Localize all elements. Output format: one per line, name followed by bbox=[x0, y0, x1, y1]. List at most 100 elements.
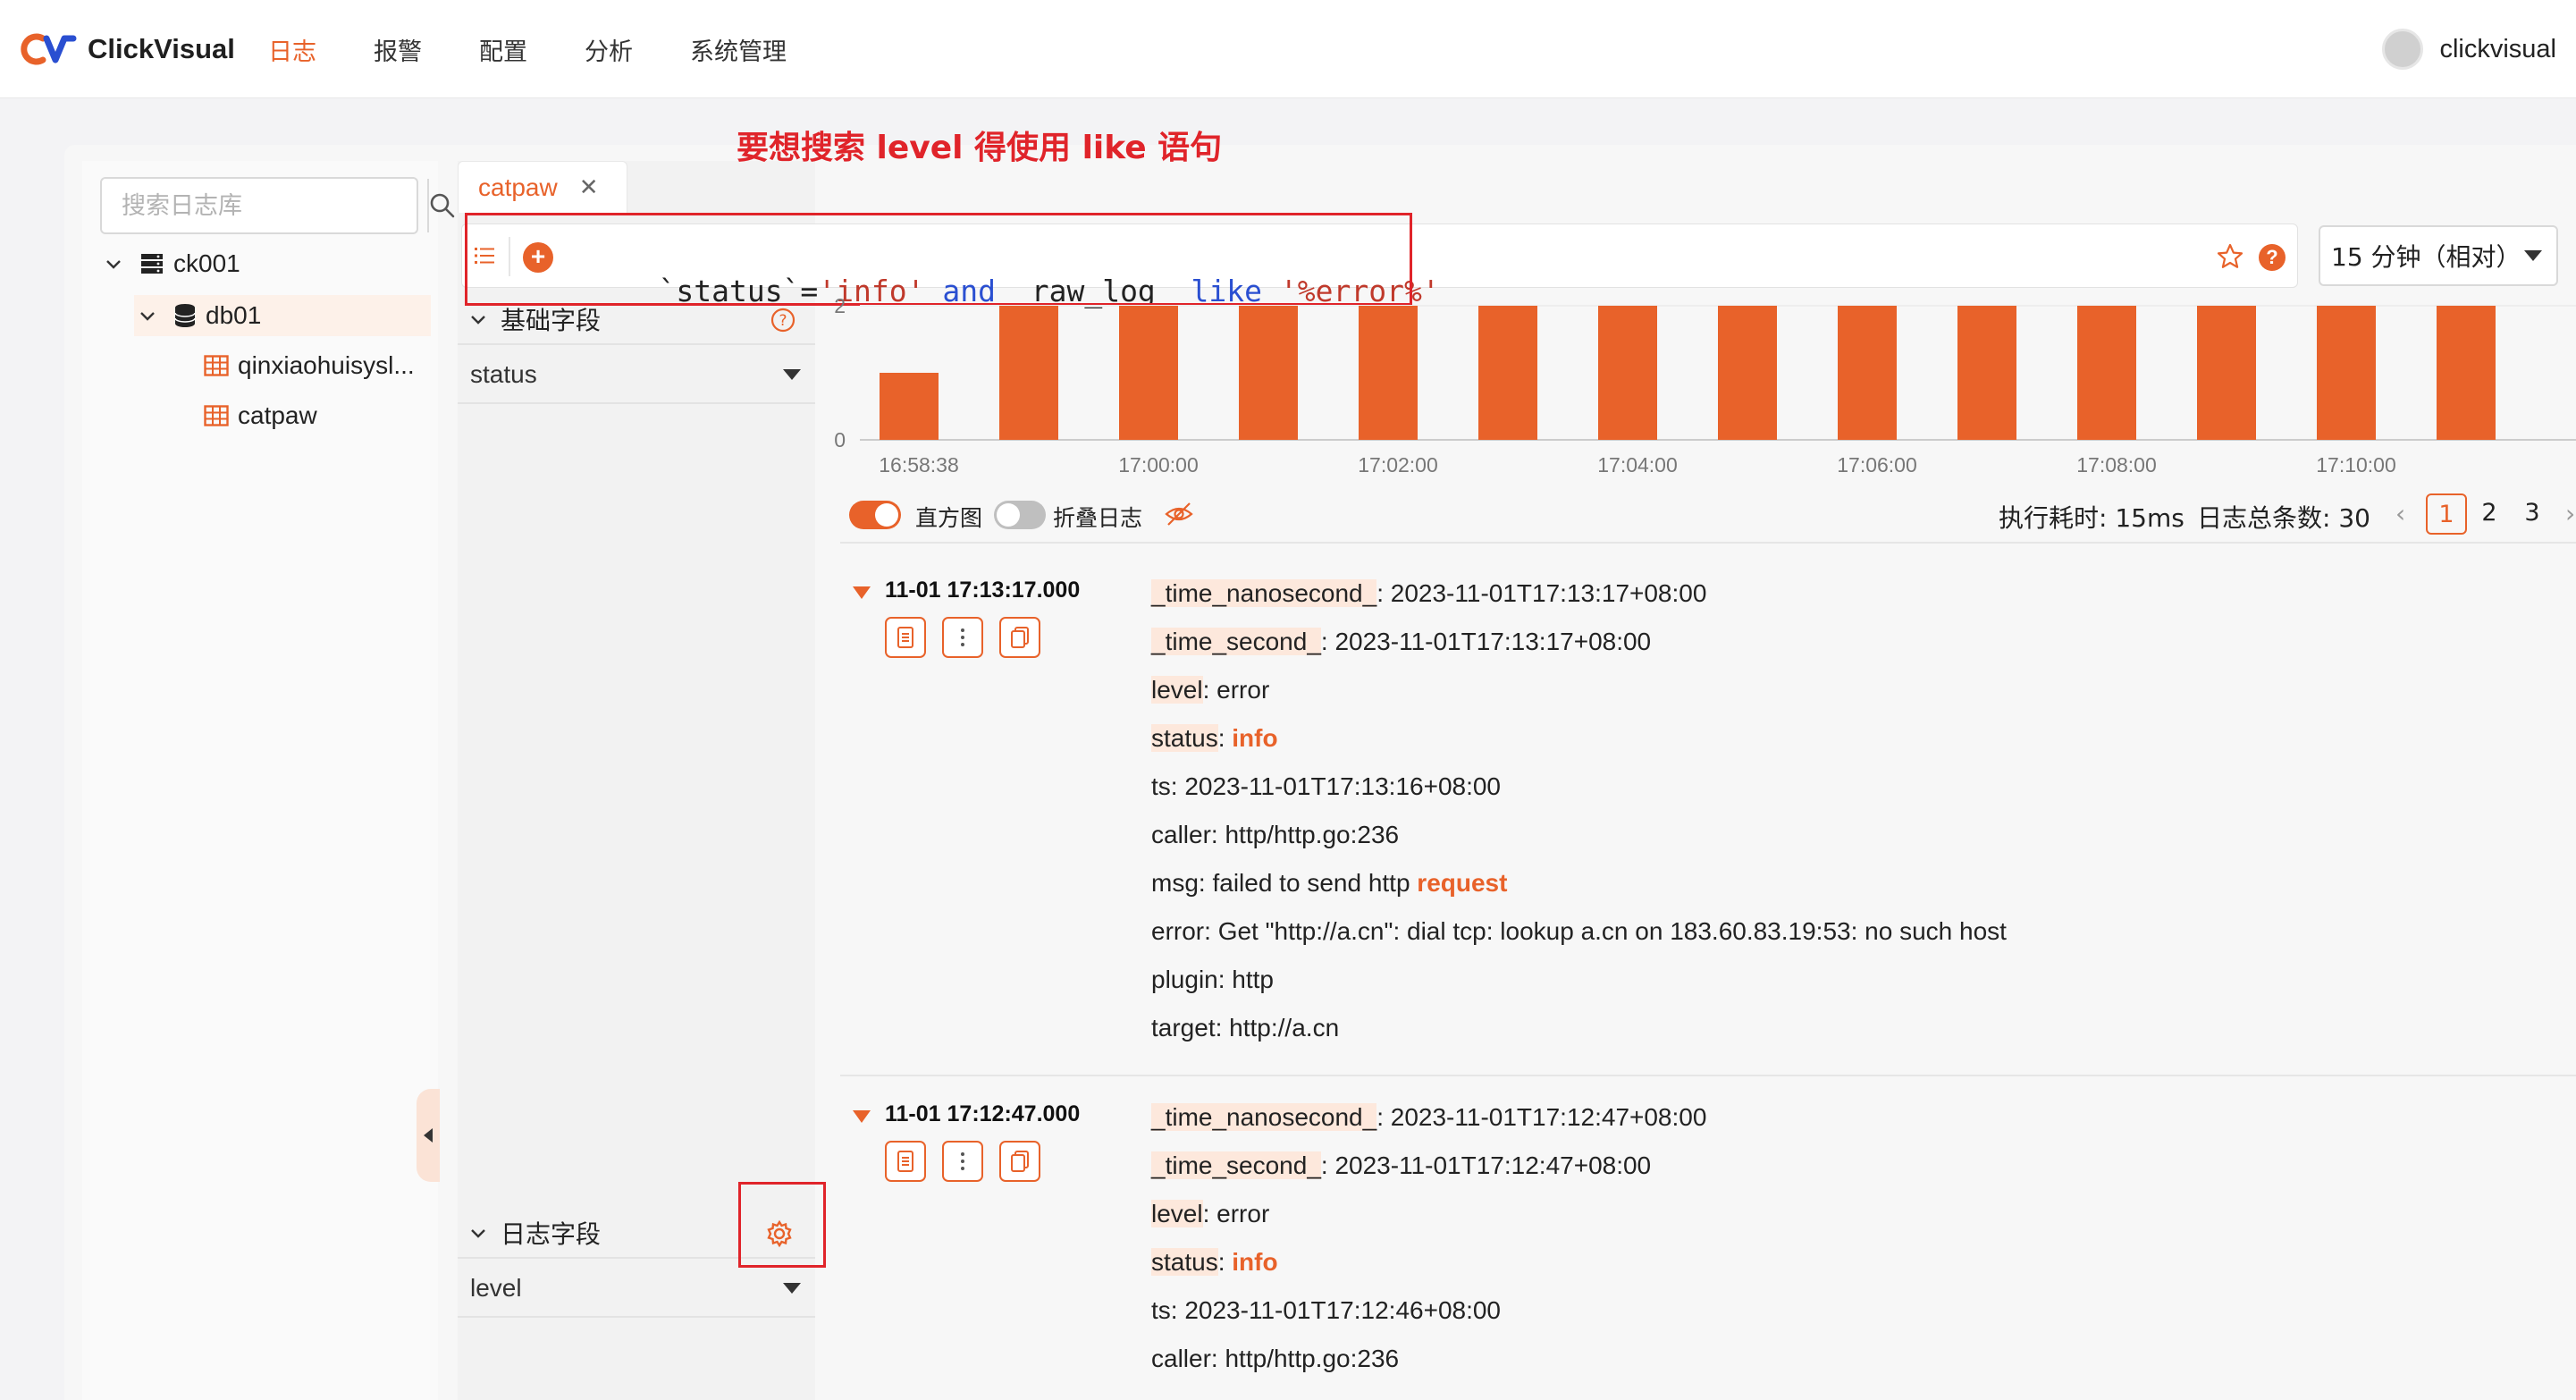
log-field-select[interactable]: level bbox=[458, 1261, 815, 1318]
field-value[interactable]: error bbox=[1216, 1200, 1269, 1227]
chart-bar[interactable] bbox=[1239, 306, 1298, 440]
field-value[interactable]: error bbox=[1216, 676, 1269, 704]
copy-button[interactable] bbox=[999, 1141, 1040, 1182]
next-page-icon[interactable]: › bbox=[2565, 499, 2575, 528]
copy-button[interactable] bbox=[999, 617, 1040, 658]
field-key[interactable]: caller bbox=[1151, 821, 1211, 848]
field-key[interactable]: level bbox=[1151, 676, 1203, 704]
user-menu[interactable]: clickvisual bbox=[2382, 0, 2556, 98]
close-icon[interactable]: ✕ bbox=[579, 173, 599, 201]
avatar[interactable] bbox=[2382, 29, 2424, 70]
tab-label: catpaw bbox=[478, 173, 558, 201]
more-actions-button[interactable] bbox=[942, 617, 983, 658]
more-actions-button[interactable] bbox=[942, 1141, 983, 1182]
field-value[interactable]: info bbox=[1232, 724, 1277, 752]
chart-bar[interactable] bbox=[880, 373, 939, 440]
field-key[interactable]: _time_nanosecond_ bbox=[1151, 579, 1377, 607]
field-key[interactable]: _time_second_ bbox=[1151, 1151, 1321, 1179]
tree-node-catpaw[interactable]: catpaw bbox=[204, 395, 431, 436]
field-key[interactable]: level bbox=[1151, 1200, 1203, 1227]
log-field-row: error: Get "http://a.cn": dial tcp: look… bbox=[1151, 917, 2007, 945]
field-key[interactable]: _time_second_ bbox=[1151, 628, 1321, 655]
field-key[interactable]: msg bbox=[1151, 869, 1199, 897]
field-key[interactable]: ts bbox=[1151, 772, 1171, 800]
search-button[interactable] bbox=[427, 179, 456, 232]
field-key[interactable]: status bbox=[1151, 724, 1218, 752]
prev-page-icon[interactable]: ‹ bbox=[2395, 499, 2405, 528]
chart-bar[interactable] bbox=[1838, 306, 1897, 440]
log-field-row: _time_nanosecond_: 2023-11-01T17:13:17+0… bbox=[1151, 579, 1707, 607]
fold-log-toggle[interactable] bbox=[994, 501, 1046, 529]
chart-bar[interactable] bbox=[1598, 306, 1657, 440]
histogram-label: 直方图 bbox=[915, 505, 983, 531]
chart-bar[interactable] bbox=[999, 306, 1058, 440]
field-key[interactable]: _time_nanosecond_ bbox=[1151, 1103, 1377, 1131]
tree-node-qinxiaohuisysl[interactable]: qinxiaohuisysl... bbox=[204, 345, 431, 386]
x-tick-label: 17:06:00 bbox=[1837, 453, 1917, 477]
field-value[interactable]: Get "http://a.cn": dial tcp: lookup a.cn… bbox=[1218, 917, 2007, 945]
field-key[interactable]: error bbox=[1151, 917, 1204, 945]
field-value[interactable]: 2023-11-01T17:13:17+08:00 bbox=[1391, 579, 1707, 607]
chart-bar[interactable] bbox=[1359, 306, 1418, 440]
page-2[interactable]: 2 bbox=[2469, 493, 2510, 535]
field-value[interactable]: info bbox=[1232, 1248, 1277, 1276]
field-value[interactable]: http/http.go:236 bbox=[1225, 821, 1399, 848]
tab-catpaw[interactable]: catpaw ✕ bbox=[458, 161, 627, 213]
chart-bar[interactable] bbox=[1957, 306, 2016, 440]
field-value[interactable]: http://a.cn bbox=[1229, 1014, 1339, 1042]
histogram-chart: 16:58:38 17:00:00 17:02:00 17:04:00 17:06:00… bbox=[834, 295, 2576, 477]
tree-node-ck001[interactable]: ck001 bbox=[100, 243, 431, 284]
nav-item-alarm[interactable]: 报警 bbox=[374, 32, 422, 67]
field-value[interactable]: http/http.go:236 bbox=[1225, 1345, 1399, 1372]
base-field-select[interactable]: status bbox=[458, 347, 815, 404]
field-value[interactable]: 2023-11-01T17:12:46+08:00 bbox=[1184, 1296, 1501, 1324]
nav-item-logs[interactable]: 日志 bbox=[268, 32, 316, 67]
chart-bar[interactable] bbox=[2317, 306, 2376, 440]
field-value[interactable]: failed to send http bbox=[1212, 869, 1417, 897]
field-key[interactable]: target bbox=[1151, 1014, 1216, 1042]
view-detail-button[interactable] bbox=[885, 617, 926, 658]
nav-item-system[interactable]: 系统管理 bbox=[690, 32, 787, 67]
nav-item-config[interactable]: 配置 bbox=[479, 32, 527, 67]
field-value[interactable]: 2023-11-01T17:13:17+08:00 bbox=[1334, 628, 1651, 655]
app-name: ClickVisual bbox=[88, 33, 235, 64]
caret-down-icon[interactable] bbox=[853, 586, 871, 599]
log-field-row: _time_second_: 2023-11-01T17:13:17+08:00 bbox=[1151, 628, 1652, 655]
page-1[interactable]: 1 bbox=[2426, 493, 2467, 535]
time-range-select[interactable]: 15 分钟（相对） bbox=[2319, 225, 2558, 286]
histogram-toggle[interactable] bbox=[849, 501, 901, 529]
field-key[interactable]: caller bbox=[1151, 1345, 1211, 1372]
page-3[interactable]: 3 bbox=[2512, 493, 2553, 535]
chevron-down-icon[interactable] bbox=[134, 302, 161, 329]
field-key[interactable]: status bbox=[1151, 1248, 1218, 1276]
eye-off-icon[interactable] bbox=[1164, 501, 1194, 527]
tree-node-db01[interactable]: db01 bbox=[134, 295, 431, 336]
field-value[interactable]: http bbox=[1232, 966, 1274, 993]
database-search-input[interactable] bbox=[102, 179, 427, 232]
star-icon[interactable] bbox=[2216, 242, 2244, 271]
sidebar-collapse-button[interactable] bbox=[417, 1089, 440, 1182]
log-time: 11-01 17:12:47.000 bbox=[885, 1101, 1081, 1126]
chevron-down-icon[interactable] bbox=[100, 250, 127, 277]
chart-bar[interactable] bbox=[1119, 306, 1178, 440]
exec-time: 执行耗时: 15ms bbox=[1999, 503, 2185, 533]
field-value[interactable]: 2023-11-01T17:12:47+08:00 bbox=[1391, 1103, 1707, 1131]
chart-bar[interactable] bbox=[2437, 306, 2496, 440]
chart-bar[interactable] bbox=[1478, 306, 1537, 440]
field-key[interactable]: plugin bbox=[1151, 966, 1218, 993]
chart-bar[interactable] bbox=[2077, 306, 2136, 440]
field-value-highlight[interactable]: request bbox=[1417, 869, 1507, 897]
field-value[interactable]: 2023-11-01T17:12:47+08:00 bbox=[1334, 1151, 1651, 1179]
nav-item-analysis[interactable]: 分析 bbox=[585, 32, 633, 67]
tree-label: ck001 bbox=[173, 249, 240, 277]
field-value[interactable]: 2023-11-01T17:13:16+08:00 bbox=[1184, 772, 1501, 800]
y-tick-label: 0 bbox=[834, 428, 846, 451]
field-key[interactable]: ts bbox=[1151, 1296, 1171, 1324]
app-logo[interactable]: ClickVisual bbox=[20, 27, 235, 72]
chart-bar[interactable] bbox=[2197, 306, 2256, 440]
caret-down-icon[interactable] bbox=[853, 1110, 871, 1123]
caret-down-icon bbox=[2524, 250, 2542, 261]
chart-bar[interactable] bbox=[1718, 306, 1777, 440]
view-detail-button[interactable] bbox=[885, 1141, 926, 1182]
help-icon[interactable]: ? bbox=[2259, 244, 2286, 271]
